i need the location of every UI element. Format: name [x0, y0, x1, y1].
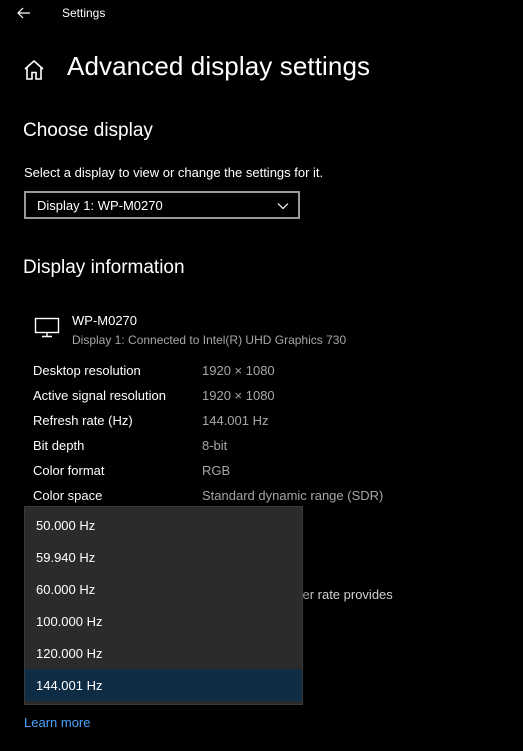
info-row-value: 144.001 Hz: [202, 413, 269, 428]
info-row-label: Desktop resolution: [33, 363, 141, 378]
monitor-connection: Display 1: Connected to Intel(R) UHD Gra…: [72, 333, 347, 347]
chevron-down-icon: [277, 203, 289, 210]
info-row-value: 8-bit: [202, 438, 228, 453]
refresh-rate-description: gher rate provides: [288, 587, 393, 602]
refresh-rate-option[interactable]: 120.000 Hz: [25, 637, 302, 669]
refresh-rate-option[interactable]: 60.000 Hz: [25, 573, 302, 605]
learn-more-link[interactable]: Learn more: [24, 715, 90, 730]
display-information-heading: Display information: [23, 257, 185, 278]
refresh-rate-option[interactable]: 100.000 Hz: [25, 605, 302, 637]
info-row-label: Refresh rate (Hz): [33, 413, 133, 428]
choose-display-heading: Choose display: [23, 120, 153, 141]
monitor-name: WP-M0270: [72, 313, 138, 328]
display-select[interactable]: Display 1: WP-M0270: [24, 191, 300, 219]
refresh-rate-option[interactable]: 59.940 Hz: [25, 541, 302, 573]
refresh-rate-dropdown[interactable]: 50.000 Hz 59.940 Hz 60.000 Hz 100.000 Hz…: [24, 506, 303, 705]
info-row-label: Color space: [33, 488, 103, 503]
home-icon[interactable]: [22, 58, 46, 82]
info-row-value: 1920 × 1080: [202, 363, 275, 378]
app-title: Settings: [62, 6, 106, 20]
info-row-label: Active signal resolution: [33, 388, 166, 403]
info-row-label: Bit depth: [33, 438, 85, 453]
info-row-value: 1920 × 1080: [202, 388, 275, 403]
back-button[interactable]: [10, 2, 38, 24]
refresh-rate-option-selected[interactable]: 144.001 Hz: [25, 669, 302, 701]
back-arrow-icon: [17, 7, 30, 19]
refresh-rate-option[interactable]: 50.000 Hz: [25, 509, 302, 541]
info-row-label: Color format: [33, 463, 105, 478]
display-select-value: Display 1: WP-M0270: [37, 197, 163, 213]
info-row-value: RGB: [202, 463, 231, 478]
info-row-value: Standard dynamic range (SDR): [202, 488, 384, 503]
title-bar: Settings: [0, 0, 523, 28]
monitor-icon: [34, 317, 60, 338]
page-title: Advanced display settings: [67, 51, 371, 81]
choose-display-description: Select a display to view or change the s…: [24, 165, 324, 180]
